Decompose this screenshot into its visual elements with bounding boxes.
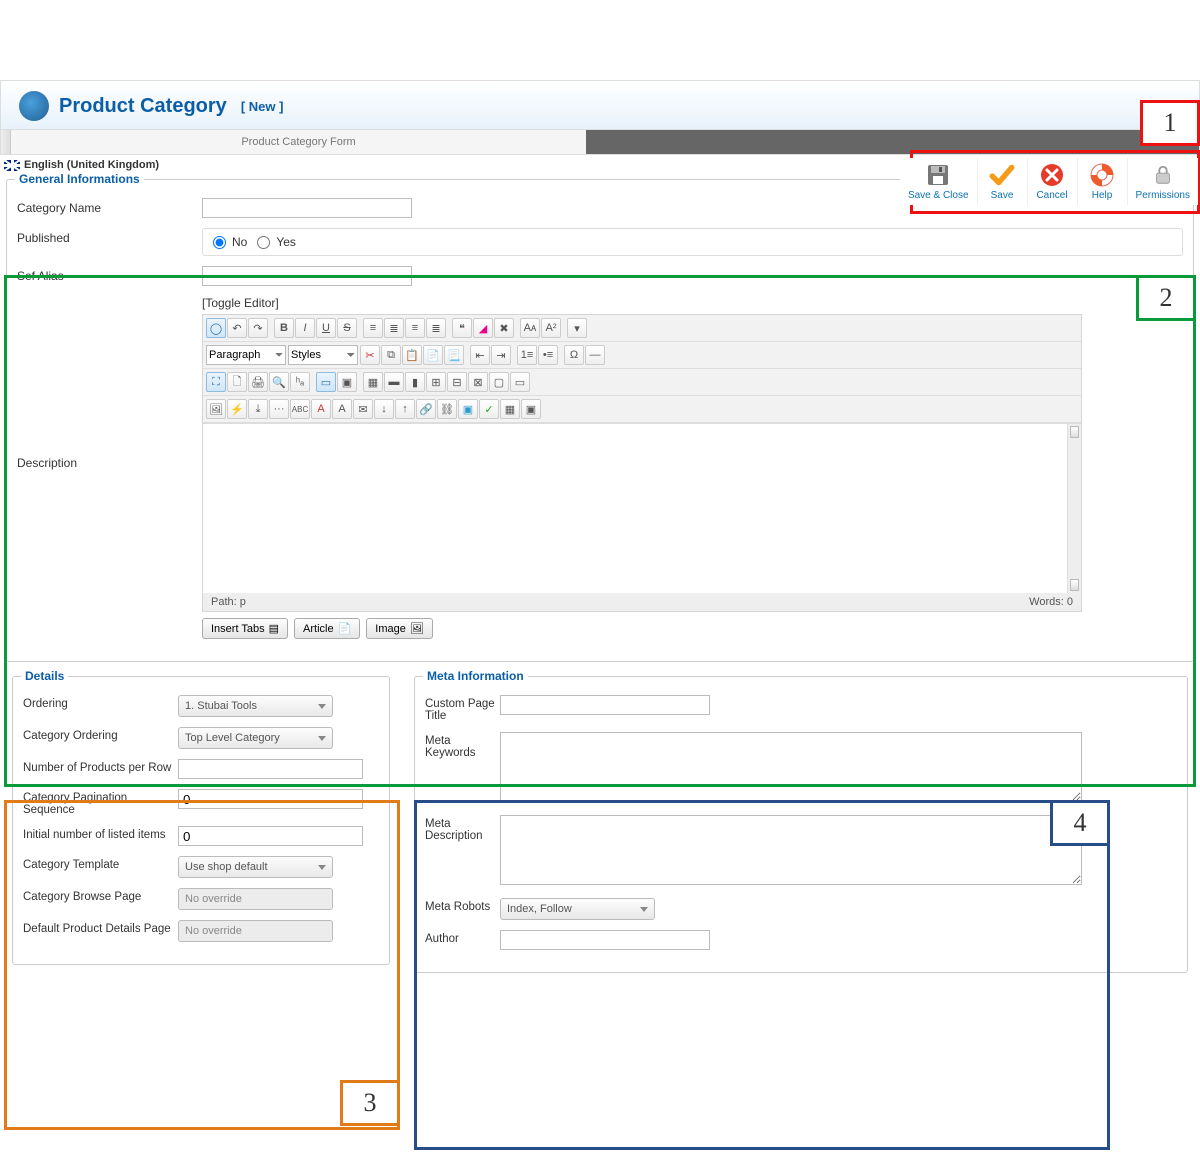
top-toolbar: Save & Close Save Cancel Help Permission…	[900, 158, 1198, 205]
permissions-button[interactable]: Permissions	[1127, 158, 1198, 205]
tab-arrow-left[interactable]	[1, 130, 11, 154]
language-label: English (United Kingdom)	[24, 159, 159, 171]
help-label: Help	[1092, 190, 1113, 201]
page-header: Product Category [ New ]	[0, 80, 1200, 130]
annotation-box-4	[414, 800, 1110, 1150]
published-yes-label: Yes	[276, 235, 296, 249]
annotation-number-1: 1	[1140, 100, 1200, 146]
page-title: Product Category	[59, 95, 227, 118]
help-button[interactable]: Help	[1077, 158, 1127, 205]
save-button[interactable]: Save	[977, 158, 1027, 205]
lock-icon	[1150, 162, 1176, 188]
general-legend: General Informations	[15, 172, 144, 186]
permissions-label: Permissions	[1136, 190, 1190, 201]
annotation-number-2: 2	[1136, 275, 1196, 321]
annotation-number-4: 4	[1050, 800, 1110, 846]
category-name-input[interactable]	[202, 198, 412, 218]
published-radio-group: No Yes	[202, 228, 1183, 256]
flag-uk-icon	[4, 160, 20, 171]
published-no-label: No	[232, 235, 247, 249]
new-badge: [ New ]	[241, 99, 284, 114]
check-icon	[989, 162, 1015, 188]
app-logo-icon	[19, 91, 49, 121]
annotation-box-2	[4, 275, 1196, 787]
published-no-radio[interactable]	[213, 236, 226, 249]
annotation-number-3: 3	[340, 1080, 400, 1126]
category-name-label: Category Name	[17, 198, 202, 215]
save-close-button[interactable]: Save & Close	[900, 158, 977, 205]
lifesaver-icon	[1089, 162, 1115, 188]
x-circle-icon	[1039, 162, 1065, 188]
cancel-button[interactable]: Cancel	[1027, 158, 1077, 205]
published-yes-radio[interactable]	[257, 236, 270, 249]
published-label: Published	[17, 228, 202, 245]
floppy-icon	[925, 162, 951, 188]
save-close-label: Save & Close	[908, 190, 969, 201]
tab-product-category-form[interactable]: Product Category Form	[11, 130, 586, 154]
save-label: Save	[991, 190, 1014, 201]
cancel-label: Cancel	[1036, 190, 1067, 201]
